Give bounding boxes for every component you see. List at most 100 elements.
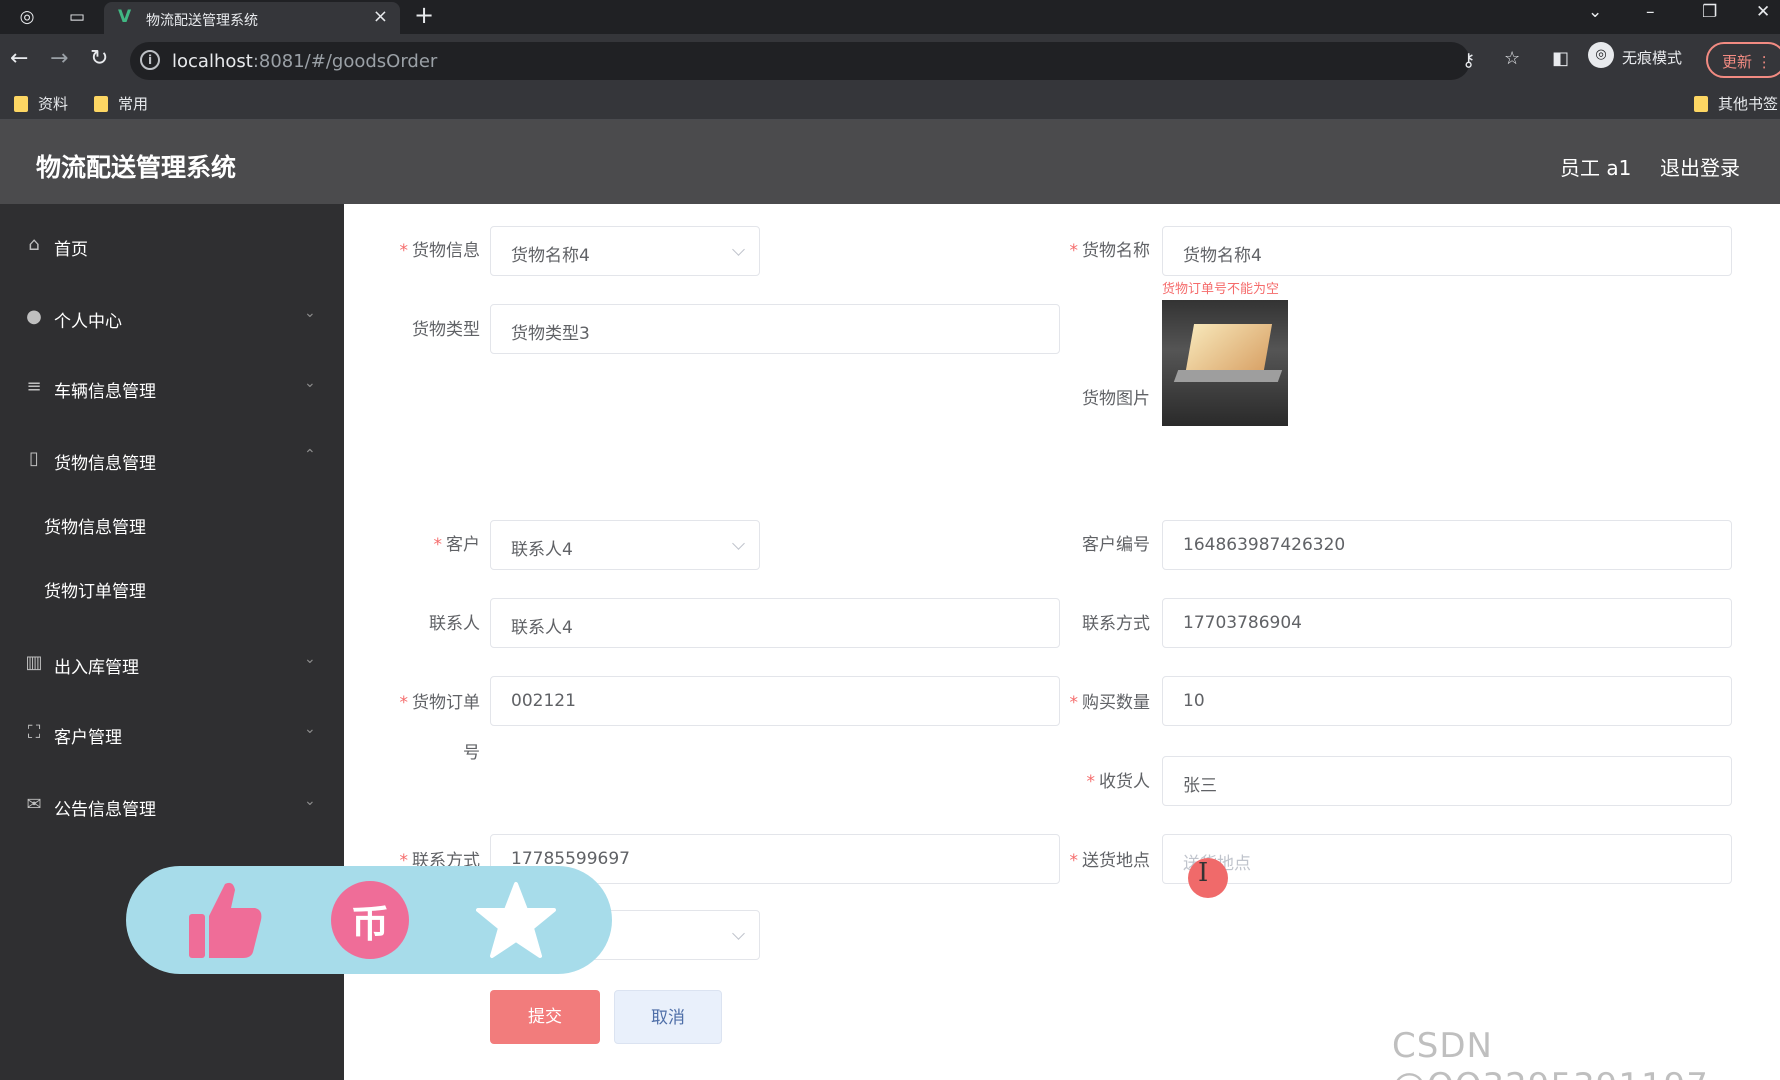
contact-person-field[interactable]: 联系人4 (490, 598, 1060, 648)
folder-icon (94, 95, 108, 112)
watermark: CSDN @QQ3295391197 (1392, 1026, 1708, 1080)
sidebar-item-warehouse[interactable]: ▥ 出入库管理 ⌄ (0, 636, 344, 692)
update-button[interactable]: 更新 ⋮ (1706, 42, 1780, 78)
sidebar-item-label: 公告信息管理 (54, 800, 156, 820)
thumbs-up-icon (189, 882, 262, 958)
bookmarks-bar: 资料 常用 其他书签 (0, 88, 1780, 120)
tab-search-icon[interactable]: ▭ (64, 4, 90, 30)
customer-label: * 客户 (433, 535, 481, 555)
customer-select[interactable]: 联系人4 (490, 520, 760, 570)
browser-tab[interactable]: V 物流配送管理系统 × (104, 2, 400, 34)
chart-icon: ▥ (25, 652, 43, 673)
sidebar-item-goods[interactable]: ▯ 货物信息管理 ⌃ (0, 432, 344, 488)
bookmark-folder[interactable]: 常用 (94, 93, 148, 114)
delivery-address-label: * 送货地点 (1069, 851, 1151, 871)
sidebar-item-home[interactable]: ⌂ 首页 (0, 218, 344, 274)
contact-phone-label: 联系方式 (1082, 614, 1150, 634)
sidebar-item-notices[interactable]: ✉ 公告信息管理 ⌄ (0, 778, 344, 834)
close-tab-icon[interactable]: × (373, 6, 388, 27)
reload-icon[interactable]: ↻ (90, 46, 108, 71)
order-no-label: * 货物订单 (399, 693, 481, 713)
frame-icon: ⛶ (27, 722, 41, 743)
receiver-field[interactable]: 张三 (1162, 756, 1732, 806)
url-text: localhost:8081/#/goodsOrder (172, 51, 438, 72)
app-title: 物流配送管理系统 (36, 153, 237, 182)
vue-icon: V (118, 7, 132, 27)
order-no-label-wrap: 号 (463, 743, 480, 763)
order-no-field[interactable]: 002121 (490, 676, 1060, 726)
other-bookmarks[interactable]: 其他书签 (1694, 93, 1778, 114)
bookmark-folder[interactable]: 资料 (14, 93, 68, 114)
chevron-up-icon: ⌃ (304, 447, 316, 463)
tab-dropdown-icon[interactable]: ⌄ (1588, 2, 1602, 22)
cancel-button[interactable]: 取消 (614, 990, 722, 1044)
app-header: 物流配送管理系统 员工 a1 退出登录 (0, 120, 1780, 204)
goods-type-field[interactable]: 货物类型3 (490, 304, 1060, 354)
sidebar-item-label: 货物信息管理 (44, 518, 146, 538)
sidebar-item-label: 出入库管理 (54, 658, 139, 678)
folder-icon (1694, 95, 1708, 112)
like-button[interactable] (180, 876, 268, 964)
customer-no-field[interactable]: 164863987426320 (1162, 520, 1732, 570)
contact-phone-field[interactable]: 17703786904 (1162, 598, 1732, 648)
goods-type-label: 货物类型 (412, 320, 480, 340)
text-cursor-icon: I (1198, 858, 1209, 888)
folder-icon (14, 95, 28, 112)
favorite-button[interactable] (472, 876, 560, 964)
goods-image[interactable] (1162, 300, 1288, 426)
browser-menu-icon[interactable]: ◎ (14, 4, 40, 30)
back-icon[interactable]: ← (10, 46, 28, 71)
sidebar-item-label: 车辆信息管理 (54, 382, 156, 402)
new-tab-icon[interactable]: + (414, 1, 434, 29)
video-reaction-bar: 币 (126, 866, 612, 974)
quantity-label: * 购买数量 (1069, 693, 1151, 713)
quantity-field[interactable]: 10 (1162, 676, 1732, 726)
incognito-icon: ◎ (1588, 42, 1614, 68)
laptop-screen (1185, 324, 1273, 370)
minimize-icon[interactable]: – (1646, 2, 1655, 22)
battery-icon: ▯ (29, 448, 39, 469)
chevron-down-icon: ⌄ (304, 793, 316, 809)
sidebar-item-label: 个人中心 (54, 312, 122, 332)
address-bar[interactable]: i localhost:8081/#/goodsOrder ⚷ ☆ (130, 42, 1520, 80)
close-window-icon[interactable]: ✕ (1756, 2, 1770, 22)
contact-person-label: 联系人 (429, 614, 480, 634)
goods-name-label: * 货物名称 (1069, 241, 1151, 261)
logout-link[interactable]: 退出登录 (1660, 152, 1740, 181)
goods-info-label: * 货物信息 (399, 241, 481, 261)
restore-icon[interactable]: ❐ (1702, 2, 1717, 22)
sidebar-item-vehicles[interactable]: ≡ 车辆信息管理 ⌄ (0, 360, 344, 416)
chevron-down-icon: ⌄ (304, 305, 316, 321)
goods-name-field[interactable]: 货物名称4 (1162, 226, 1732, 276)
submit-button[interactable]: 提交 (490, 990, 600, 1044)
sidebar-subitem-goods-orders[interactable]: 货物订单管理 (0, 560, 344, 616)
key-icon[interactable]: ⚷ (1462, 50, 1475, 71)
bookmark-star-icon[interactable]: ☆ (1504, 48, 1520, 69)
goods-info-select[interactable]: 货物名称4 (490, 226, 760, 276)
goods-name-error: 货物订单号不能为空 (1162, 282, 1280, 297)
user-icon: ● (26, 306, 42, 327)
coin-icon: 币 (331, 881, 409, 959)
sidebar-item-label: 客户管理 (54, 728, 122, 748)
sliders-icon: ≡ (26, 376, 42, 397)
laptop-base (1173, 370, 1283, 382)
forward-icon[interactable]: → (50, 46, 68, 71)
sidebar-item-customers[interactable]: ⛶ 客户管理 ⌄ (0, 706, 344, 762)
current-user: 员工 a1 (1560, 156, 1632, 180)
sidebar-item-label: 首页 (54, 240, 88, 260)
star-icon (476, 882, 556, 958)
chevron-down-icon: ⌄ (304, 721, 316, 737)
info-icon[interactable]: i (140, 50, 160, 70)
coin-button[interactable]: 币 (326, 876, 414, 964)
sidebar-subitem-goods-info[interactable]: 货物信息管理 (0, 496, 344, 552)
chevron-down-icon: ⌄ (304, 651, 316, 667)
sidebar-item-label: 货物订单管理 (44, 582, 146, 602)
customer-no-label: 客户编号 (1082, 535, 1150, 555)
sidebar-item-profile[interactable]: ● 个人中心 ⌄ (0, 290, 344, 346)
chevron-down-icon: ⌄ (304, 375, 316, 391)
receiver-label: * 收货人 (1086, 772, 1151, 792)
side-panel-icon[interactable]: ◧ (1552, 48, 1569, 69)
incognito-label: 无痕模式 (1622, 49, 1683, 67)
delivery-address-field[interactable]: 送货地点 (1162, 834, 1732, 884)
browser-tab-bar: ◎ ▭ V 物流配送管理系统 × + ⌄ – ❐ ✕ (0, 0, 1780, 34)
